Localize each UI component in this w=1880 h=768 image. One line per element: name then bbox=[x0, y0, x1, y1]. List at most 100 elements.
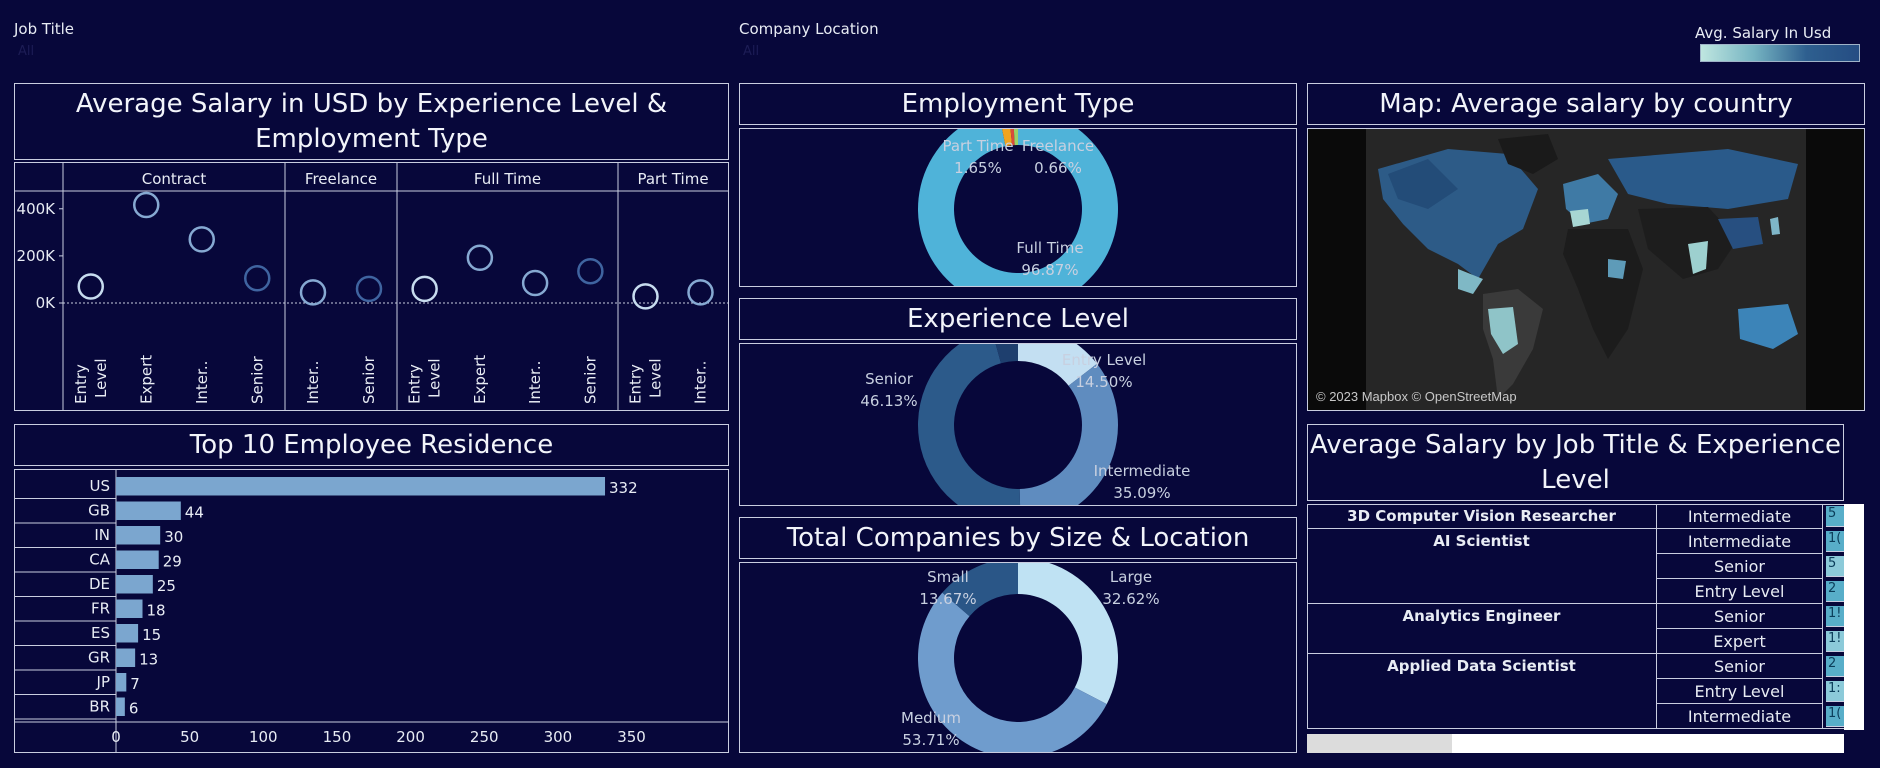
bar-category-label: JP bbox=[96, 673, 110, 691]
panel-header-freelance: Freelance bbox=[305, 170, 377, 188]
employment-type-panel: Part Time 1.65% Freelance 0.66% Full Time 96.… bbox=[739, 128, 1297, 287]
bar-value-label: 7 bbox=[130, 675, 140, 693]
experience-level-donut: Entry Level 14.50% Intermediate 35.09% Senio… bbox=[860, 344, 1191, 505]
donut-pct: 35.09% bbox=[1113, 484, 1170, 502]
donut-pct: 14.50% bbox=[1075, 373, 1132, 391]
top10-bar-chart: US 332 GB 44 IN 30 CA 29 DE 25 FR 18 ES 15 GR 13 JP 7 BR 60… bbox=[15, 470, 728, 752]
bar-category-label: CA bbox=[89, 551, 110, 569]
x-tick-label: Entry Level bbox=[627, 358, 665, 404]
x-tick-label: Inter.. bbox=[304, 361, 322, 404]
bar bbox=[116, 526, 161, 545]
bar bbox=[116, 648, 136, 667]
top10-title: Top 10 Employee Residence bbox=[14, 424, 729, 466]
map-attribution[interactable]: © 2023 Mapbox © OpenStreetMap bbox=[1316, 389, 1517, 404]
donut-pct: 1.65% bbox=[954, 159, 1002, 177]
donut-label: Entry Level bbox=[1062, 351, 1146, 369]
top10-panel: US 332 GB 44 IN 30 CA 29 DE 25 FR 18 ES 15 GR 13 JP 7 BR 6 0… bbox=[14, 469, 729, 753]
x-tick-label: Senior bbox=[248, 355, 266, 404]
table-horizontal-scroll-thumb[interactable] bbox=[1307, 734, 1452, 753]
x-tick-label: Inter.. bbox=[692, 361, 710, 404]
top10-title-text: Top 10 Employee Residence bbox=[189, 429, 554, 460]
salary-color-legend bbox=[1700, 44, 1860, 62]
map-left-edge bbox=[1308, 129, 1366, 410]
donut-label: Large bbox=[1110, 568, 1152, 586]
companies-title: Total Companies by Size & Location bbox=[739, 517, 1297, 559]
bar-category-label: GB bbox=[88, 502, 110, 520]
companies-panel: Large 32.62% Medium 53.71% Small 13.67% bbox=[739, 562, 1297, 753]
map-title-text: Map: Average salary by country bbox=[1379, 88, 1793, 119]
panel-header-full-time: Full Time bbox=[474, 170, 541, 188]
legend-label: Avg. Salary In Usd bbox=[1695, 24, 1832, 42]
experience-level-panel: Entry Level 14.50% Intermediate 35.09% Senio… bbox=[739, 343, 1297, 506]
x-tick-label: 0 bbox=[111, 728, 121, 746]
donut-label: Full Time bbox=[1016, 239, 1083, 257]
x-tick-label: 350 bbox=[617, 728, 646, 746]
bar-category-label: US bbox=[89, 477, 110, 495]
bar-value-label: 25 bbox=[157, 577, 176, 595]
x-tick-label: Expert bbox=[471, 355, 489, 404]
panel-header-part-time: Part Time bbox=[637, 170, 708, 188]
job-title-table-title: Average Salary by Job Title & Experience… bbox=[1307, 424, 1844, 501]
company-location-filter-value[interactable]: All bbox=[743, 44, 759, 59]
map-title: Map: Average salary by country bbox=[1307, 83, 1865, 125]
x-tick-label: Entry Level bbox=[72, 358, 110, 404]
donut-label: Intermediate bbox=[1094, 462, 1191, 480]
donut-pct: 32.62% bbox=[1102, 590, 1159, 608]
bar bbox=[116, 575, 153, 594]
donut-label: Medium bbox=[901, 709, 961, 727]
x-tick-label: 200 bbox=[396, 728, 425, 746]
companies-donut: Large 32.62% Medium 53.71% Small 13.67% bbox=[901, 563, 1160, 752]
donut-pct: 0.66% bbox=[1034, 159, 1082, 177]
bar-category-label: FR bbox=[91, 600, 110, 618]
salary-point bbox=[188, 226, 215, 253]
experience-level-title: Experience Level bbox=[739, 298, 1297, 340]
salary-point bbox=[355, 275, 383, 303]
salary-point bbox=[577, 257, 604, 285]
salary-point bbox=[521, 269, 549, 297]
bar bbox=[116, 697, 125, 716]
table-vertical-scrollbar[interactable] bbox=[1844, 504, 1864, 730]
bar-value-label: 15 bbox=[142, 626, 161, 644]
donut-slice-large bbox=[1018, 563, 1118, 705]
x-tick-label: Expert bbox=[137, 355, 155, 404]
world-map-graphic bbox=[1308, 129, 1864, 410]
y-tick-label: 200K bbox=[17, 247, 57, 265]
salary-point bbox=[466, 244, 494, 272]
salary-scatter-chart: 400K 200K 0K Contract Entry Level Expert Inter.… bbox=[15, 163, 728, 410]
table-horizontal-scrollbar[interactable] bbox=[1307, 734, 1844, 753]
x-tick-label: 150 bbox=[323, 728, 352, 746]
employment-type-title: Employment Type bbox=[739, 83, 1297, 125]
salary-map[interactable]: © 2023 Mapbox © OpenStreetMap bbox=[1307, 128, 1865, 411]
salary-scatter-panel: 400K 200K 0K Contract Entry Level Expert Inter.… bbox=[14, 162, 729, 411]
donut-pct: 13.67% bbox=[919, 590, 976, 608]
bar-category-label: DE bbox=[89, 575, 110, 593]
salary-point bbox=[411, 275, 438, 303]
salary-point bbox=[632, 283, 659, 310]
x-tick-label: Inter.. bbox=[193, 361, 211, 404]
x-tick-label: Senior bbox=[360, 355, 378, 404]
donut-pct: 53.71% bbox=[902, 731, 959, 749]
bar bbox=[116, 477, 606, 496]
bar-category-label: GR bbox=[88, 649, 110, 667]
bar-value-label: 13 bbox=[139, 651, 158, 669]
panel-header-contract: Contract bbox=[142, 170, 207, 188]
bar-category-label: ES bbox=[91, 624, 110, 642]
bar bbox=[116, 599, 143, 618]
bar bbox=[116, 673, 127, 692]
bar-value-label: 18 bbox=[147, 602, 166, 620]
x-tick-label: 250 bbox=[470, 728, 499, 746]
salary-point bbox=[77, 273, 104, 300]
salary-point bbox=[133, 191, 160, 219]
y-tick-label: 0K bbox=[36, 294, 57, 312]
x-tick-label: 100 bbox=[249, 728, 278, 746]
donut-label: Freelance bbox=[1022, 137, 1094, 155]
donut-label: Senior bbox=[865, 370, 914, 388]
employment-type-title-text: Employment Type bbox=[901, 88, 1135, 119]
salary-point bbox=[687, 279, 714, 306]
salary-exp-emp-title: Average Salary in USD by Experience Leve… bbox=[14, 83, 729, 160]
x-tick-label: Senior bbox=[581, 355, 599, 404]
bar bbox=[116, 501, 181, 520]
bar-value-label: 44 bbox=[185, 504, 204, 522]
bar-value-label: 30 bbox=[164, 528, 183, 546]
job-title-filter-value[interactable]: All bbox=[18, 44, 34, 59]
